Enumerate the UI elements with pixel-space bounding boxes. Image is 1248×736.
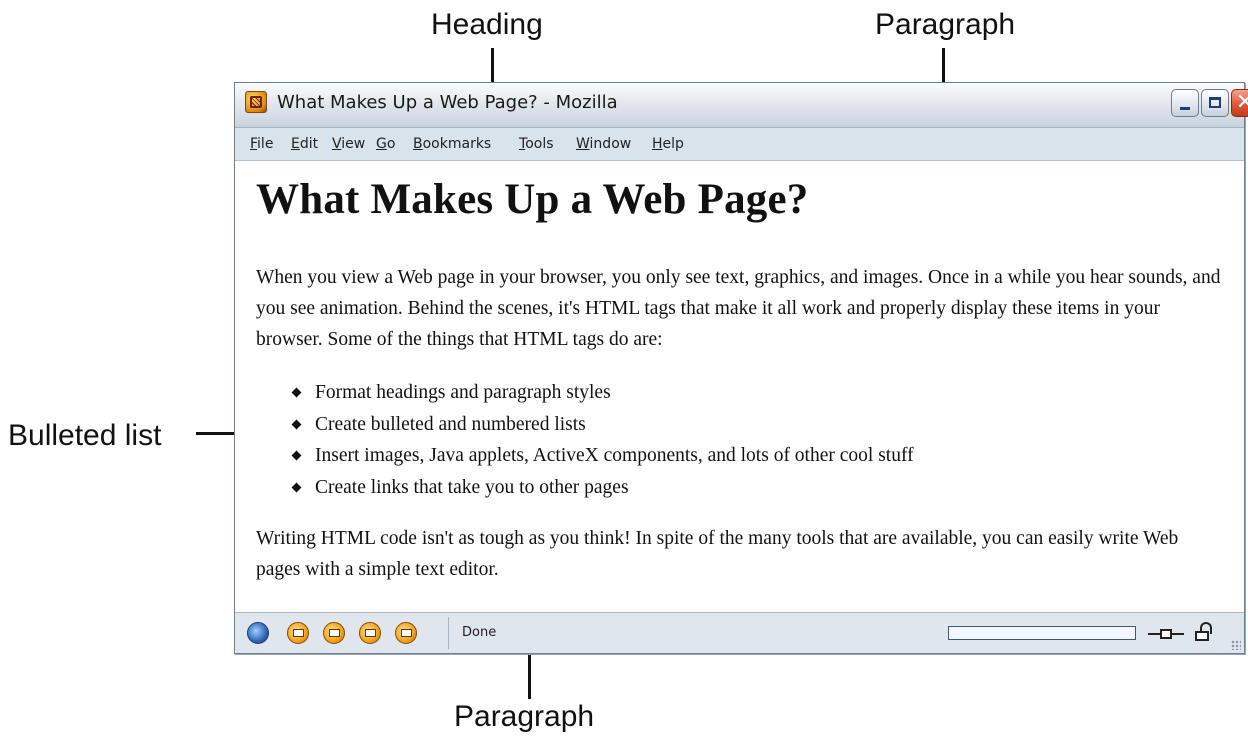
resize-grip-icon[interactable]: [1231, 640, 1241, 650]
menu-file[interactable]: File: [250, 136, 273, 152]
security-lock-icon[interactable]: [1195, 622, 1212, 642]
menu-go[interactable]: Go: [376, 136, 395, 152]
list-item: Format headings and paragraph styles: [291, 377, 914, 409]
list-item-text: Insert images, Java applets, ActiveX com…: [315, 445, 914, 466]
bullet-icon: [291, 482, 302, 492]
status-bar: Done: [235, 612, 1244, 653]
minimize-button[interactable]: [1171, 89, 1199, 117]
title-bar[interactable]: What Makes Up a Web Page? - Mozilla ✕: [235, 83, 1248, 128]
address-card-icon: [365, 629, 376, 637]
bullet-icon: [291, 387, 302, 398]
callout-bulleted-list-label: Bulleted list: [8, 419, 162, 452]
status-divider: [448, 617, 449, 649]
menu-window[interactable]: Window: [576, 136, 631, 152]
menu-help[interactable]: Help: [652, 136, 684, 152]
callout-paragraph-bottom-label: Paragraph: [454, 700, 595, 733]
chat-bubble-icon: [401, 629, 412, 637]
list-item: Create bulleted and numbered lists: [291, 409, 914, 441]
mozilla-app-icon[interactable]: [245, 91, 267, 113]
chat-icon[interactable]: [395, 622, 417, 644]
mail-envelope-icon: [293, 629, 304, 637]
list-item-text: Create links that take you to other page…: [315, 476, 629, 498]
status-text: Done: [462, 625, 497, 640]
maximize-button[interactable]: [1201, 89, 1229, 117]
intro-paragraph: When you view a Web page in your browser…: [256, 267, 1221, 350]
close-button[interactable]: ✕: [1231, 89, 1248, 117]
callout-paragraph-top-label: Paragraph: [875, 8, 1016, 41]
browser-window: What Makes Up a Web Page? - Mozilla ✕ Fi…: [234, 82, 1248, 654]
menu-edit[interactable]: Edit: [291, 136, 318, 152]
window-title: What Makes Up a Web Page? - Mozilla: [277, 92, 618, 113]
composer-pen-icon: [329, 629, 340, 637]
bullet-icon: [291, 419, 302, 429]
progress-bar: [948, 626, 1136, 640]
lock-body: [1195, 631, 1209, 641]
address-book-icon[interactable]: [359, 622, 381, 644]
list-item: Insert images, Java applets, ActiveX com…: [291, 440, 914, 472]
list-item-text: Format headings and paragraph styles: [315, 382, 611, 403]
page-content[interactable]: What Makes Up a Web Page? When you view …: [235, 161, 1244, 613]
close-icon: ✕: [1235, 90, 1248, 115]
closing-paragraph: Writing HTML code isn't as tough as you …: [256, 528, 1179, 580]
composer-icon[interactable]: [323, 622, 345, 644]
mail-icon[interactable]: [287, 622, 309, 644]
menu-view[interactable]: View: [332, 136, 365, 152]
page-heading: What Makes Up a Web Page?: [256, 176, 809, 223]
bulleted-list: Format headings and paragraph styles Cre…: [291, 377, 914, 504]
list-item: Create links that take you to other page…: [291, 472, 914, 504]
menu-tools[interactable]: Tools: [519, 136, 554, 152]
plug-icon: [1148, 629, 1184, 639]
menu-bar: File Edit View Go Bookmarks Tools Window…: [235, 128, 1244, 161]
callout-heading-label: Heading: [431, 8, 543, 41]
navigator-icon[interactable]: [247, 622, 269, 644]
online-offline-icon[interactable]: [1148, 626, 1184, 640]
list-item-text: Create bulleted and numbered lists: [315, 413, 586, 435]
maximize-icon: [1209, 97, 1221, 108]
bullet-icon: [291, 450, 302, 461]
menu-bookmarks[interactable]: Bookmarks: [413, 136, 491, 152]
minimize-icon: [1180, 107, 1190, 110]
